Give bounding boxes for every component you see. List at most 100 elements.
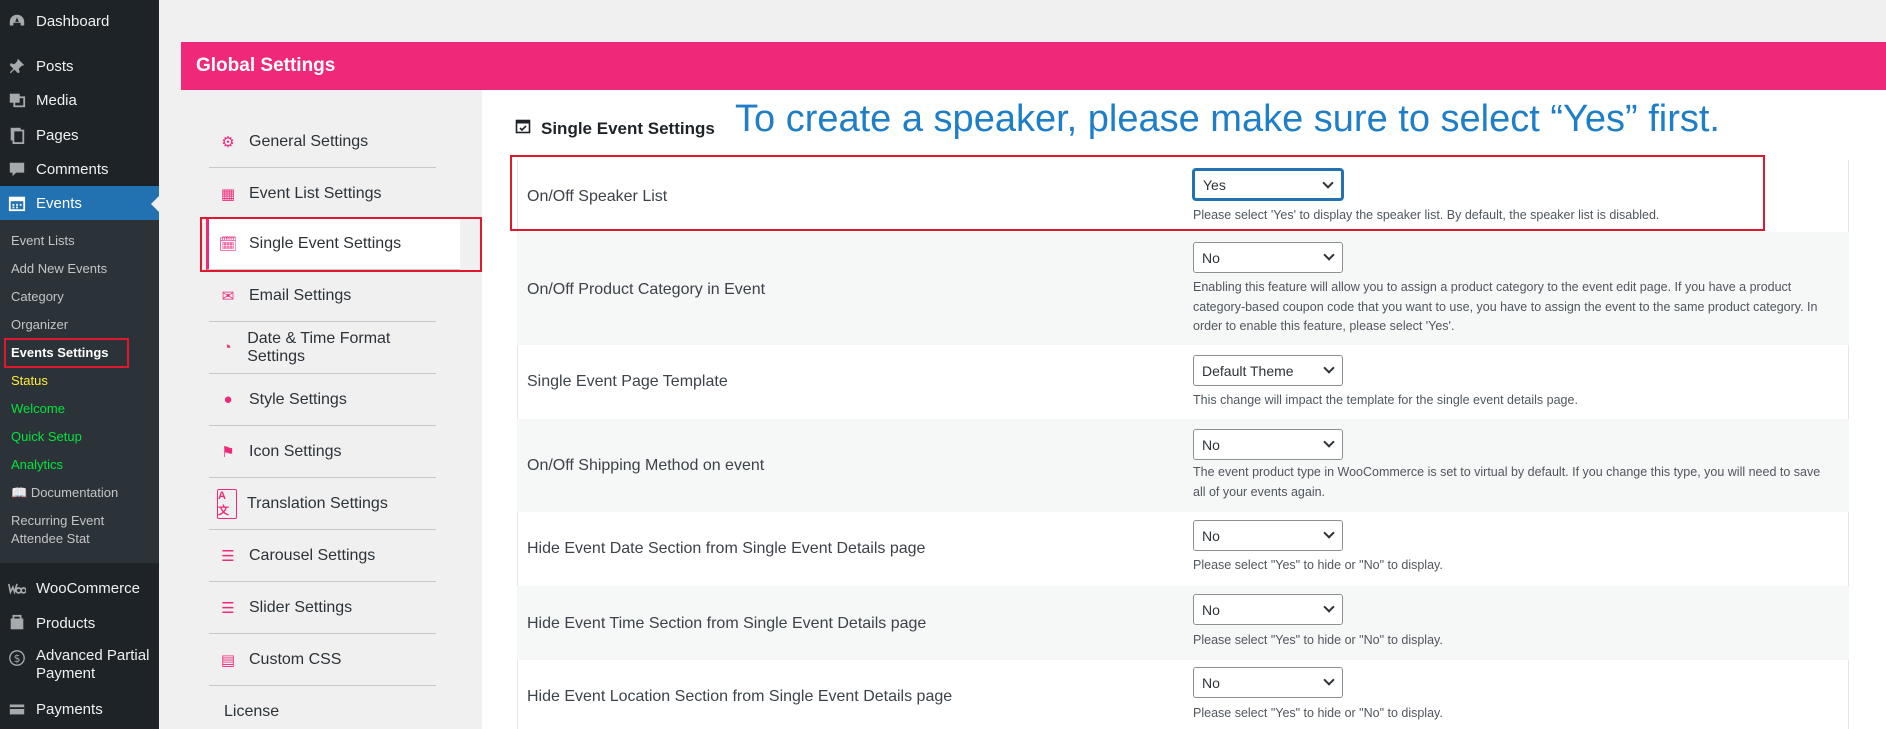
sliders-icon: ☰ [221,547,235,565]
submenu-event-lists[interactable]: Event Lists [11,233,75,248]
nav-carousel-settings[interactable]: ☰ Carousel Settings [209,530,436,582]
submenu-category[interactable]: Category [11,289,64,304]
setting-description: Enabling this feature will allow you to … [1193,280,1818,333]
hide-location-select[interactable]: No [1193,667,1343,698]
palette-icon: ● [223,391,233,408]
menu-label-line1: Advanced Partial [36,647,150,664]
hide-date-select[interactable]: No [1193,520,1343,551]
nav-general-settings[interactable]: ⚙ General Settings [209,116,436,168]
nav-icon-settings[interactable]: ⚑ Icon Settings [209,426,436,478]
clock-icon: ◔ [222,339,232,356]
pin-icon [8,57,26,75]
submenu-analytics[interactable]: Analytics [11,457,63,472]
select-value: No [1202,601,1220,618]
svg-text:$: $ [14,652,21,665]
css-file-icon: ▤ [220,651,236,669]
menu-label: Products [36,614,96,632]
hide-time-select[interactable]: No [1193,594,1343,625]
select-value: No [1202,249,1220,266]
speaker-list-highlight [510,155,1765,231]
submenu-add-new-events[interactable]: Add New Events [11,261,107,276]
shipping-method-select[interactable]: No [1193,429,1343,460]
nav-date-time-format-settings[interactable]: ◔ Date & Time Format Settings [209,322,436,374]
setting-description: Please select "Yes" to hide or "No" to d… [1193,558,1443,572]
select-value: No [1202,436,1220,453]
section-title: Single Event Settings [515,118,715,139]
nav-slider-settings[interactable]: ☰ Slider Settings [209,582,436,634]
select-value: Default Theme [1202,362,1294,379]
nav-style-settings[interactable]: ● Style Settings [209,374,436,426]
menu-advanced-partial-payment[interactable]: $ Advanced Partial Payment [0,647,159,691]
language-icon: A文 [217,488,237,519]
product-category-select[interactable]: No [1193,242,1343,273]
menu-products[interactable]: Products [0,606,159,640]
menu-payments[interactable]: Payments [0,692,159,726]
nav-license[interactable]: License [209,686,436,729]
menu-label: Comments [36,160,109,178]
setting-label: Single Event Page Template [527,373,728,390]
menu-events[interactable]: Events [0,186,159,220]
setting-row-shipping-method: On/Off Shipping Method on event No The e… [517,419,1849,512]
setting-label: Hide Event Date Section from Single Even… [527,540,926,557]
pages-icon [8,126,26,144]
menu-label: Pages [36,126,79,144]
chevron-down-icon [1323,249,1335,261]
menu-media[interactable]: Media [0,83,159,117]
submenu-status[interactable]: Status [11,373,48,388]
nav-email-settings[interactable]: ✉ Email Settings [209,270,436,322]
book-icon: 📖 [11,485,31,500]
products-icon [8,614,26,632]
global-settings-header: Global Settings [181,42,1886,90]
nav-event-list-settings[interactable]: ▦ Event List Settings [209,168,436,220]
setting-label: On/Off Product Category in Event [527,281,766,298]
setting-description: This change will impact the template for… [1193,393,1578,407]
submenu-documentation[interactable]: 📖 Documentation [11,485,118,501]
setting-label: Hide Event Time Section from Single Even… [527,615,927,632]
settings-nav: ⚙ General Settings ▦ Event List Settings 🗓… [181,90,482,729]
setting-label: Hide Event Location Section from Single … [527,688,953,705]
setting-row-hide-date: Hide Event Date Section from Single Even… [517,512,1849,586]
submenu-welcome[interactable]: Welcome [11,401,65,416]
flag-icon: ⚑ [221,443,235,461]
menu-label: Media [36,91,77,109]
sliders-icon: ☰ [221,599,235,617]
menu-label: Posts [36,57,74,75]
nav-label: Translation Settings [247,494,388,512]
nav-label: License [224,703,280,720]
chevron-down-icon [1323,527,1335,539]
menu-woocommerce[interactable]: WooCommerce [0,571,159,605]
select-value: No [1202,674,1220,691]
submenu-attendee-stat[interactable]: Attendee Stat [11,531,90,546]
menu-posts[interactable]: Posts [0,49,159,83]
submenu-label: Documentation [30,485,119,500]
setting-label: On/Off Shipping Method on event [527,457,765,474]
setting-row-hide-location: Hide Event Location Section from Single … [517,660,1849,729]
chevron-down-icon [1323,436,1335,448]
chevron-down-icon [1323,674,1335,686]
page-template-select[interactable]: Default Theme [1193,355,1343,386]
submenu-recurring-event[interactable]: Recurring Event [11,513,104,528]
nav-label: Date & Time Format Settings [247,329,391,365]
menu-label: Dashboard [36,12,110,30]
menu-pages[interactable]: Pages [0,118,159,152]
select-value: No [1202,527,1220,544]
chevron-down-icon [1323,362,1335,374]
chevron-down-icon [1323,601,1335,613]
menu-dashboard[interactable]: Dashboard [0,4,159,38]
nav-label: Icon Settings [249,442,342,460]
setting-row-product-category: On/Off Product Category in Event No Enab… [517,232,1849,345]
dollar-icon: $ [8,649,26,667]
envelope-icon: ✉ [221,287,235,305]
submenu-quick-setup[interactable]: Quick Setup [11,429,82,444]
single-event-settings-highlight [200,217,482,272]
nav-label: Style Settings [249,390,347,408]
nav-custom-css[interactable]: ▤ Custom CSS [209,634,436,686]
menu-label: Advanced Partial Payment [36,647,149,683]
submenu-organizer[interactable]: Organizer [11,317,68,332]
section-title-text: Single Event Settings [541,118,715,138]
menu-comments[interactable]: Comments [0,152,159,186]
dashboard-icon [8,12,26,30]
nav-translation-settings[interactable]: A文 Translation Settings [209,478,436,530]
page-title: Global Settings [196,55,336,76]
setting-description: The event product type in WooCommerce is… [1193,465,1821,499]
